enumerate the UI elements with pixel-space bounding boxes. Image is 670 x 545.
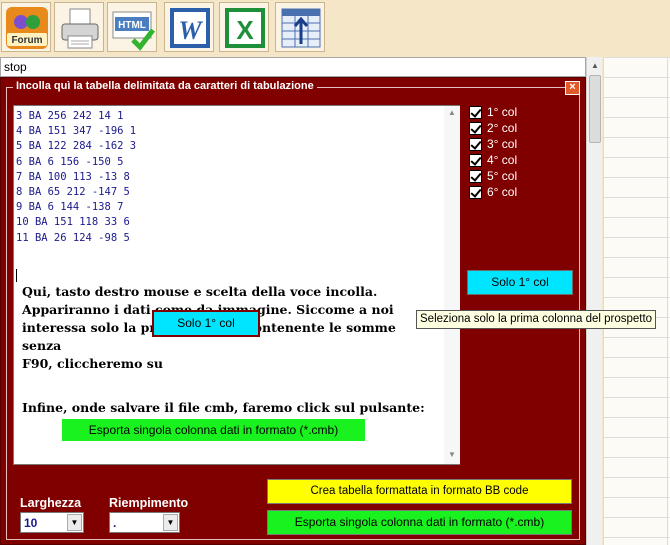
checkbox-checked-icon[interactable] [469,169,482,183]
printer-icon [61,8,99,49]
forum-button[interactable]: Forum [1,2,51,52]
riempimento-select[interactable]: . ▼ [109,512,180,533]
host-vertical-scrollbar[interactable]: ▲ [586,57,602,545]
word-icon: W [170,8,210,48]
column-checkboxes: 1° col 2° col 3° col 4° col 5° col 6° co… [469,104,517,200]
tooltip: Seleziona solo la prima colonna del pros… [416,310,657,329]
inline-solo-button-image: Solo 1° col [152,310,260,337]
text-row: 10 BA 151 118 33 6 [16,216,130,229]
stop-label: stop [4,60,27,74]
scroll-thumb[interactable] [589,75,601,143]
spreadsheet-grid [603,57,670,545]
svg-text:Forum: Forum [11,35,42,46]
inline-export-button-image: Esporta singola colonna dati in formato … [62,419,365,441]
checkbox-checked-icon[interactable] [469,185,482,199]
riempimento-value: . [113,516,117,530]
text-row: 9 BA 6 144 -138 7 [16,201,124,214]
checkbox-checked-icon[interactable] [469,105,482,119]
textarea-scrollbar[interactable]: ▲ ▼ [444,106,460,464]
instruction-line: F90, cliccheremo su [22,356,163,371]
text-row: 11 BA 26 124 -98 5 [16,231,130,244]
dialog-title: Incolla quì la tabella delimitata da car… [13,80,317,92]
checkbox-label: 4° col [487,153,518,167]
scroll-up-arrow-icon[interactable]: ▲ [587,58,603,74]
checkbox-label: 1° col [487,105,518,119]
close-button[interactable]: × [565,81,580,95]
stop-bar[interactable]: stop [0,57,586,77]
final-instruction: Infine, onde salvare il file cmb, faremo… [22,400,425,415]
text-row: 7 BA 100 113 -13 8 [16,170,130,183]
checkbox-label: 5° col [487,169,518,183]
col-3-checkbox[interactable]: 3° col [469,136,517,152]
export-cmb-button[interactable]: Esporta singola colonna dati in formato … [267,510,572,535]
text-row: 5 BA 122 284 -162 3 [16,140,137,153]
forum-icon: Forum [6,7,48,49]
scroll-down-arrow-icon[interactable]: ▼ [444,450,460,459]
svg-text:X: X [236,15,254,45]
excel-export-button[interactable]: X [219,2,269,52]
svg-text:HTML: HTML [118,20,146,31]
col-2-checkbox[interactable]: 2° col [469,120,517,136]
html-button[interactable]: HTML [107,2,157,52]
checkbox-checked-icon[interactable] [469,153,482,167]
chevron-down-icon[interactable]: ▼ [163,514,178,531]
text-row: 6 BA 6 156 -150 5 [16,155,124,168]
text-row: 3 BA 256 242 14 1 [16,110,124,122]
text-caret [16,269,17,282]
checkbox-checked-icon[interactable] [469,137,482,151]
checkbox-label: 2° col [487,121,518,135]
print-button[interactable] [54,2,104,52]
word-export-button[interactable]: W [164,2,214,52]
col-6-checkbox[interactable]: 6° col [469,184,517,200]
table-export-button[interactable] [275,2,325,52]
close-icon: × [569,81,576,93]
create-bbcode-table-button[interactable]: Crea tabella formattata in formato BB co… [267,479,572,504]
larghezza-value: 10 [24,516,38,530]
table-arrow-icon [281,8,321,48]
col-1-checkbox[interactable]: 1° col [469,104,517,120]
larghezza-label: Larghezza [20,496,82,510]
col-4-checkbox[interactable]: 4° col [469,152,517,168]
text-row: 4 BA 151 347 -196 1 [16,125,137,138]
checkbox-label: 3° col [487,137,518,151]
paste-textarea[interactable]: 3 BA 256 242 14 1 4 BA 151 347 -196 1 5 … [13,105,460,465]
excel-icon: X [225,8,265,48]
svg-text:W: W [178,16,203,45]
riempimento-label: Riempimento [109,496,189,510]
pasted-rows: 3 BA 256 242 14 1 4 BA 151 347 -196 1 5 … [16,109,136,246]
larghezza-select[interactable]: 10 ▼ [20,512,84,533]
scroll-up-arrow-icon[interactable]: ▲ [444,108,460,117]
text-row: 8 BA 65 212 -147 5 [16,186,130,199]
col-5-checkbox[interactable]: 5° col [469,168,517,184]
chevron-down-icon[interactable]: ▼ [67,514,82,531]
checkbox-label: 6° col [487,185,518,199]
html-check-icon: HTML [112,11,155,51]
toolbar: Forum HTML W X [0,0,670,56]
instruction-line: Qui, tasto destro mouse e scelta della v… [22,284,378,299]
checkbox-checked-icon[interactable] [469,121,482,135]
solo-first-col-button[interactable]: Solo 1° col [467,270,573,295]
